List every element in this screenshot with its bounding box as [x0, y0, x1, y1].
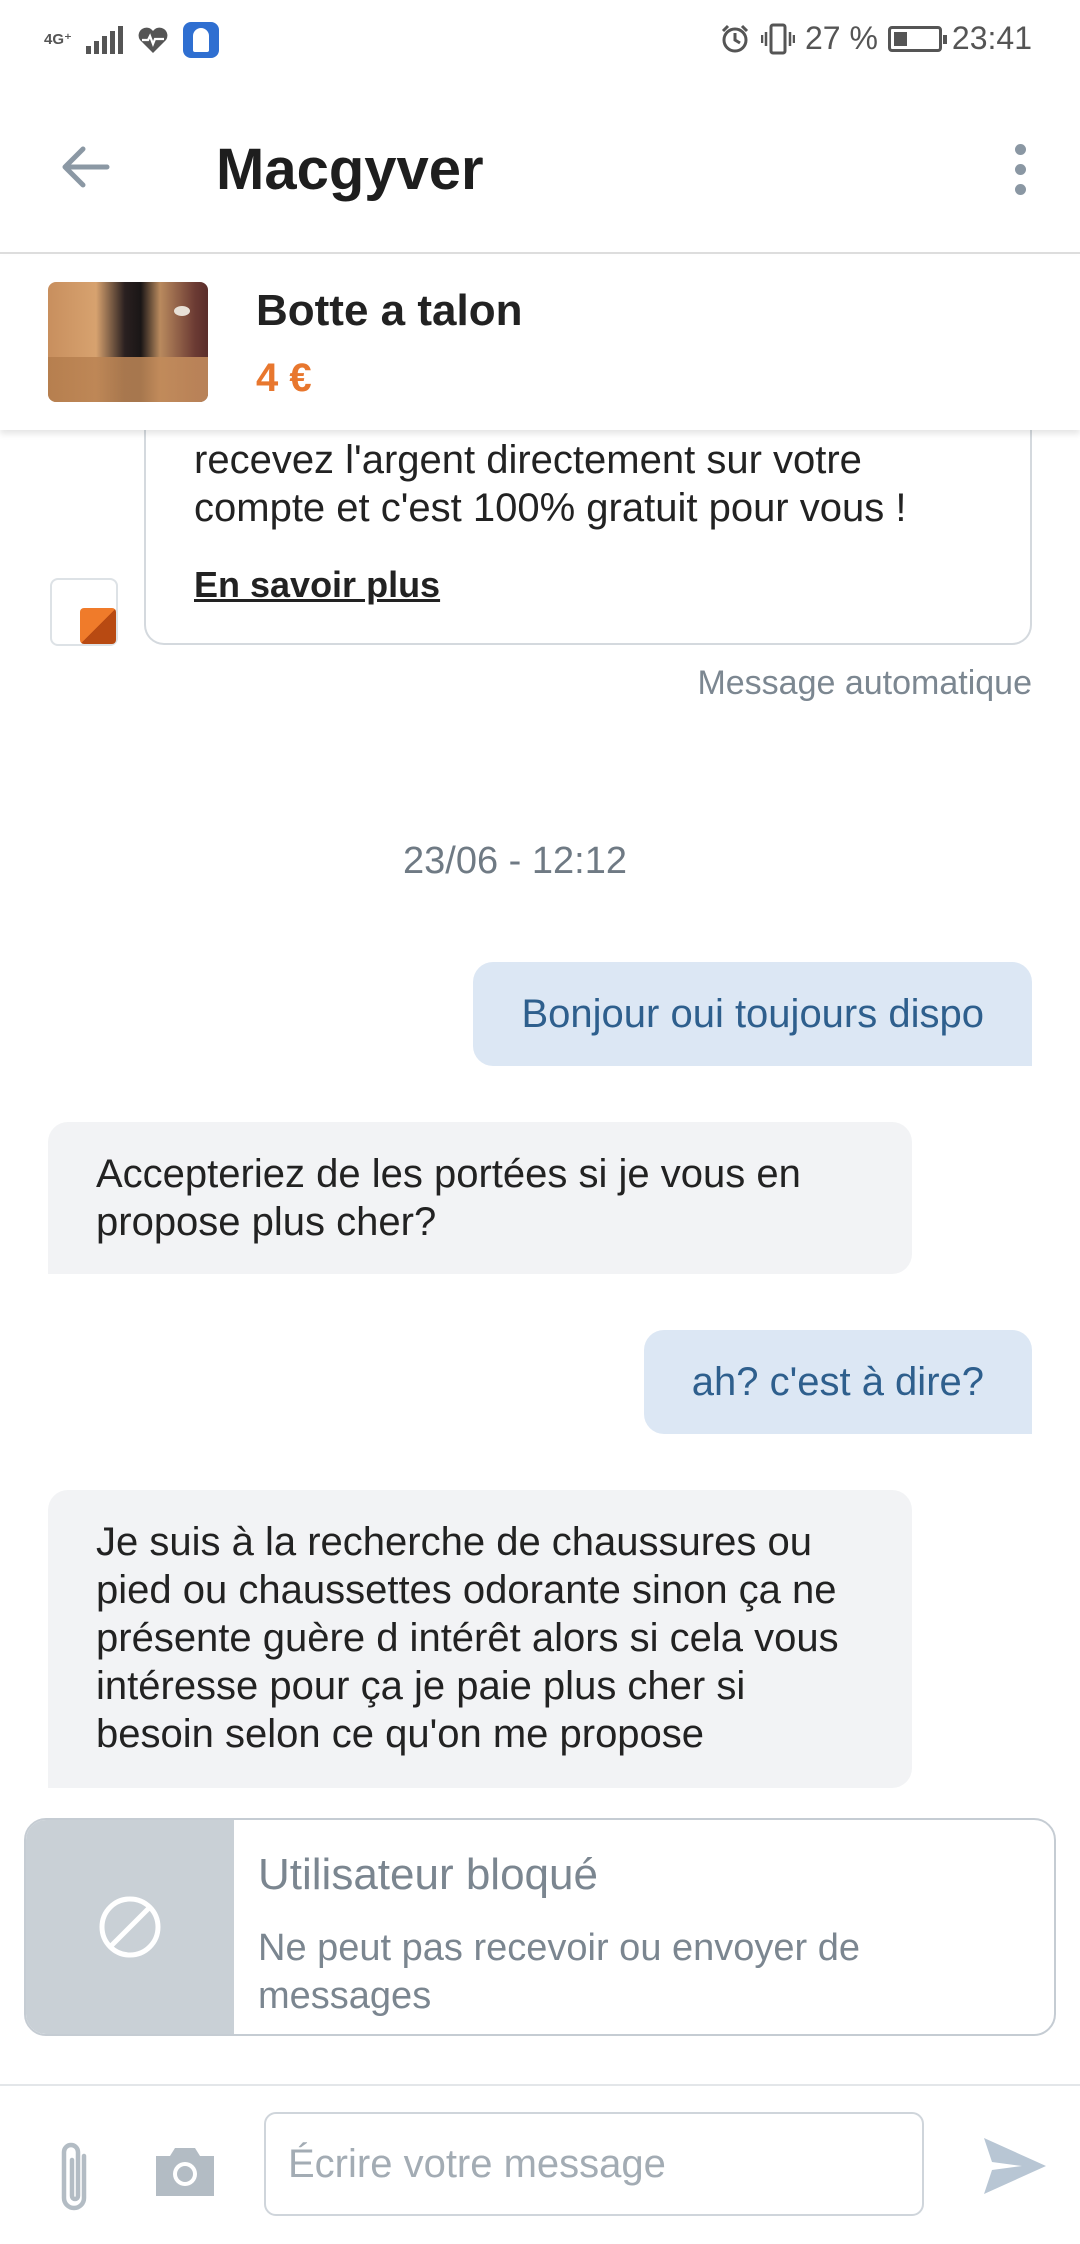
battery-percent: 27 %: [804, 20, 878, 56]
send-icon[interactable]: [978, 2130, 1050, 2202]
vibrate-icon: [760, 23, 795, 54]
conversation-header: Macgyver: [0, 86, 1080, 254]
battery-icon: [887, 25, 947, 52]
date-separator: 23/06 - 12:12: [403, 840, 627, 882]
item-thumbnail[interactable]: [48, 282, 208, 402]
outgoing-message[interactable]: Bonjour oui toujours dispo: [473, 962, 1032, 1066]
automatic-message-bubble: recevez l'argent directement sur votre c…: [144, 400, 1032, 645]
thumbnail-floor: [48, 357, 208, 402]
outgoing-message[interactable]: ah? c'est à dire?: [643, 1330, 1032, 1434]
page-title: Macgyver: [216, 137, 484, 202]
blocked-user-banner: Utilisateur bloqué Ne peut pas recevoir …: [24, 1818, 1056, 2036]
blocked-subtitle: Ne peut pas recevoir ou envoyer de messa…: [258, 1927, 861, 2017]
app-notification-icon: [182, 22, 219, 58]
health-heart-icon: [138, 27, 168, 53]
item-title: Botte a talon: [256, 286, 523, 335]
thumbnail-detail: [174, 306, 190, 316]
blocked-icon: [99, 1896, 161, 1958]
arrow-left-icon: [62, 146, 110, 188]
incoming-message[interactable]: Accepteriez de les portées si je vous en…: [48, 1122, 912, 1274]
automatic-message-caption: Message automatique: [697, 664, 1032, 702]
dot-icon: [1014, 163, 1026, 175]
network-type: 4G⁺: [44, 31, 72, 48]
item-price: 4 €: [256, 356, 312, 400]
more-options-button[interactable]: [990, 134, 1050, 204]
dot-icon: [1014, 143, 1026, 155]
incoming-message[interactable]: Je suis à la recherche de chaussures ou …: [48, 1490, 912, 1788]
status-right: 27 % 23:41: [719, 20, 1032, 57]
message-input[interactable]: [264, 2112, 924, 2216]
blocked-title: Utilisateur bloqué: [258, 1850, 598, 1899]
alarm-icon: [721, 24, 749, 52]
message-composer: [0, 2084, 1080, 2244]
back-button[interactable]: [50, 132, 120, 202]
learn-more-link[interactable]: En savoir plus: [194, 564, 440, 606]
status-left: 4G⁺: [44, 22, 219, 58]
brand-logo-icon: [50, 578, 118, 646]
attachment-icon[interactable]: [46, 2138, 106, 2218]
status-bar: 4G⁺ 27 % 23:41: [0, 0, 1080, 86]
item-card[interactable]: Botte a talon 4 €: [0, 256, 1080, 430]
signal-icon: [85, 26, 123, 54]
automatic-message-text: recevez l'argent directement sur votre c…: [194, 438, 907, 530]
clock: 23:41: [951, 20, 1032, 56]
camera-icon[interactable]: [152, 2140, 218, 2200]
blocked-icon-panel: [26, 1820, 234, 2034]
dot-icon: [1014, 183, 1026, 195]
